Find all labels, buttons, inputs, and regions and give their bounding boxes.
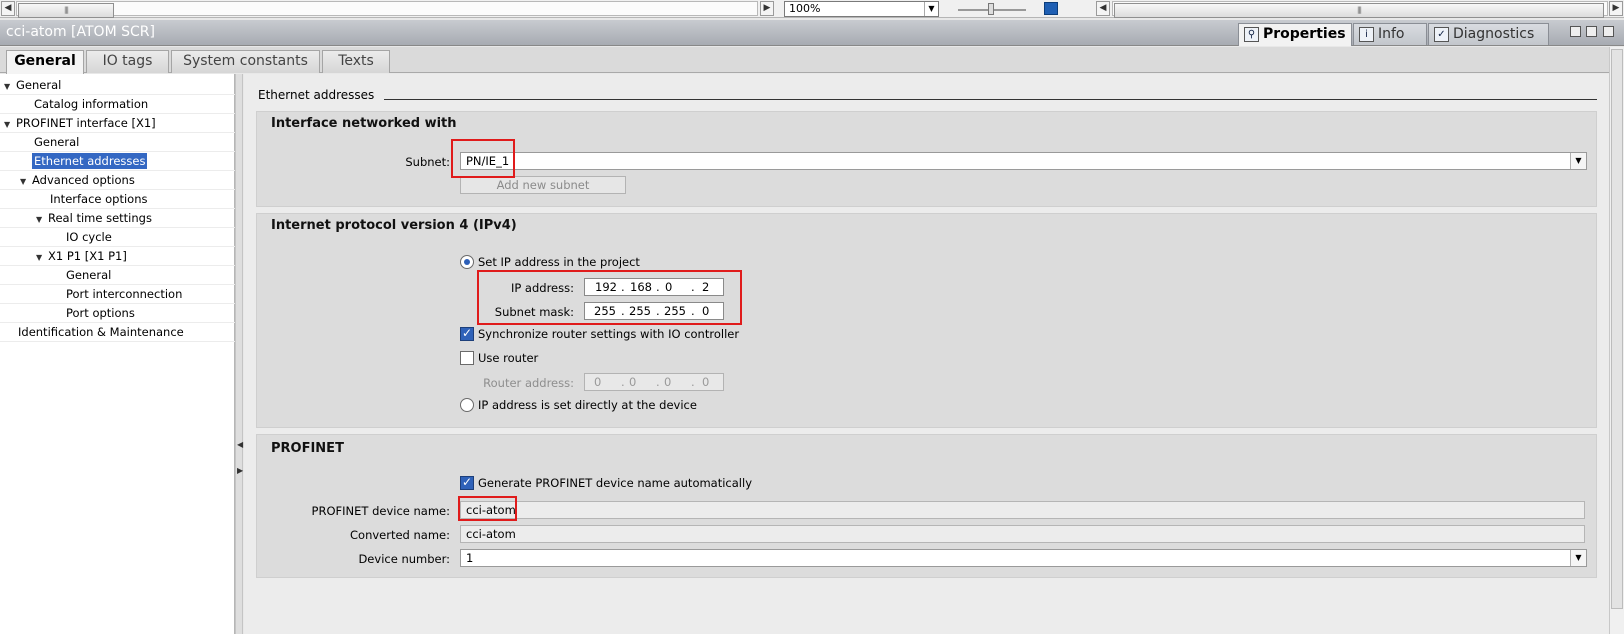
chevron-down-icon[interactable]: ▼ [924,2,938,16]
tree-item-port-general[interactable]: General [66,266,111,284]
device-number-label: Device number: [358,552,450,566]
horizontal-scrollbar-right[interactable]: ||| [1112,1,1608,18]
sync-router-checkbox[interactable] [460,326,474,341]
tab-diagnostics-label: Diagnostics [1453,26,1535,42]
panel-splitter[interactable]: ◀ ▶ [235,74,243,634]
tree-item-port-interconnection[interactable]: Port interconnection [66,285,182,303]
group-title-interface: Interface networked with [271,116,457,131]
tab-properties-label: Properties [1263,26,1346,42]
restore-window-icon[interactable] [1570,26,1581,37]
ip-set-at-device-radio[interactable] [460,398,474,412]
tab-system-constants[interactable]: System constants [171,50,320,73]
tree-item-identification-maintenance[interactable]: Identification & Maintenance [18,323,184,341]
sync-router-label: Synchronize router settings with IO cont… [478,327,740,341]
scroll-right-button-2[interactable]: ▶ [1609,1,1623,16]
router-address-label: Router address: [483,376,574,390]
device-name-field[interactable]: cci-atom [460,501,1585,519]
tree-item-general[interactable]: ▼ General [4,76,61,94]
scroll-left-button-2[interactable]: ◀ [1096,1,1110,16]
device-number-value: 1 [466,551,474,565]
vertical-scrollbar-thumb[interactable] [1611,49,1623,609]
subnet-label: Subnet: [405,155,450,169]
subnet-highlight-box [451,139,515,178]
ip-set-at-device-label: IP address is set directly at the device [478,398,697,412]
tree-item-x1-p1[interactable]: ▼ X1 P1 [X1 P1] [36,247,127,265]
zoom-value: 100% [789,2,821,15]
scrollbar-thumb-2[interactable]: ||| [1114,3,1604,18]
tree-item-interface-options[interactable]: Interface options [50,190,148,208]
tab-texts[interactable]: Texts [322,50,390,73]
fit-to-window-icon[interactable] [1044,2,1058,15]
horizontal-scrollbar-left[interactable]: ||| [16,1,758,18]
tab-info-label: Info [1378,26,1405,42]
vertical-scrollbar[interactable] [1609,47,1624,634]
diagnostics-icon: ✓ [1434,27,1449,42]
tree-item-interface-general[interactable]: General [34,133,79,151]
chevron-down-icon[interactable]: ▼ [1570,550,1586,566]
subnet-dropdown[interactable]: PN/IE_1 ▼ [460,152,1587,170]
minimize-window-icon[interactable] [1603,26,1614,37]
device-name-label: PROFINET device name: [311,504,450,518]
zoom-slider-knob[interactable] [988,3,994,15]
tree-item-ethernet-addresses[interactable]: Ethernet addresses [32,152,148,170]
tree-item-real-time-settings[interactable]: ▼ Real time settings [36,209,152,227]
group-title-profinet: PROFINET [271,441,344,456]
converted-name-field: cci-atom [460,525,1585,543]
tab-io-tags[interactable]: IO tags [86,50,169,73]
info-icon: i [1359,27,1374,42]
tree-item-catalog-information[interactable]: Catalog information [34,95,148,113]
window-title: cci-atom [ATOM SCR] [6,24,155,40]
section-heading: Ethernet addresses [258,88,375,102]
inspector-title-bar: cci-atom [ATOM SCR] ⚲ Properties i Info … [0,20,1624,46]
chevron-down-icon[interactable]: ▼ [1570,153,1586,169]
tree-item-profinet-interface[interactable]: ▼ PROFINET interface [X1] [4,114,156,132]
tab-general[interactable]: General [6,50,84,74]
scroll-right-button[interactable]: ▶ [760,1,774,16]
tree-item-io-cycle[interactable]: IO cycle [66,228,112,246]
generate-device-name-label: Generate PROFINET device name automatica… [478,476,752,490]
add-new-subnet-button[interactable]: Add new subnet [460,176,626,194]
ipv4-group: Internet protocol version 4 (IPv4) [256,213,1597,428]
device-number-dropdown[interactable]: 1 ▼ [460,549,1587,567]
properties-tab-row: General IO tags System constants Texts [0,47,1624,74]
converted-name-label: Converted name: [350,528,450,542]
zoom-select[interactable]: 100% ▼ [784,1,939,17]
float-window-icon[interactable] [1586,26,1597,37]
tab-diagnostics[interactable]: ✓ Diagnostics [1428,23,1549,45]
set-ip-in-project-radio[interactable] [460,255,474,269]
scroll-left-button[interactable]: ◀ [1,1,15,16]
tree-item-advanced-options[interactable]: ▼ Advanced options [20,171,135,189]
use-router-label: Use router [478,351,539,365]
use-router-checkbox[interactable] [460,351,474,365]
group-title-ipv4: Internet protocol version 4 (IPv4) [271,218,517,233]
zoom-slider[interactable] [958,2,1026,16]
router-address-field[interactable]: 0 . 0 . 0 . 0 [584,373,724,391]
ip-highlight-box [477,270,742,325]
magnifier-icon: ⚲ [1244,27,1259,42]
set-ip-in-project-label: Set IP address in the project [478,255,640,269]
tab-properties[interactable]: ⚲ Properties [1238,23,1352,46]
navigation-tree: ▼ General Catalog information ▼ PROFINET i… [0,74,235,634]
scrollbar-thumb[interactable]: ||| [18,3,114,18]
section-divider [384,99,1597,100]
collapse-left-icon[interactable]: ◀ [237,440,243,449]
tree-item-port-options[interactable]: Port options [66,304,135,322]
device-name-highlight-box [458,496,517,521]
top-scroll-strip: ◀ ||| ▶ 100% ▼ ◀ ||| ▶ [0,0,1624,18]
generate-device-name-checkbox[interactable] [460,475,474,490]
tab-info[interactable]: i Info [1353,23,1427,45]
expand-right-icon[interactable]: ▶ [237,466,243,475]
